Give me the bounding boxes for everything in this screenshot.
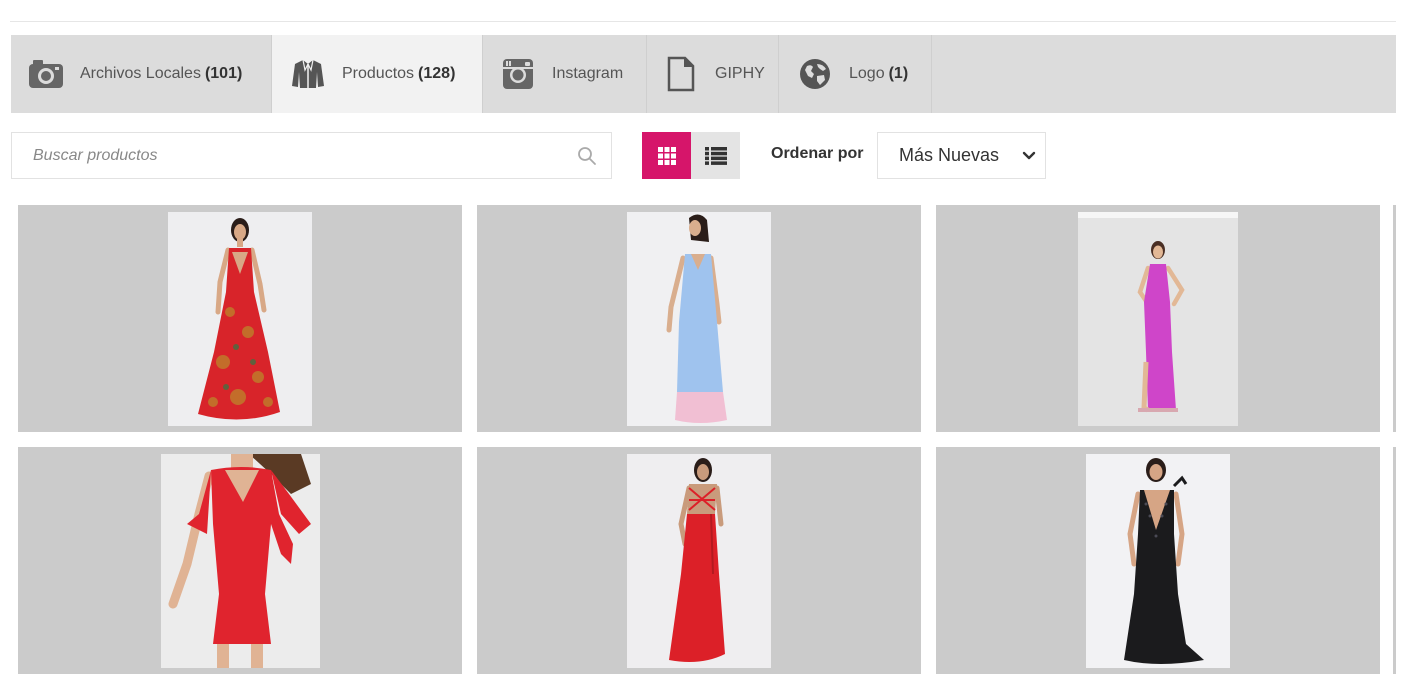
tab-bar-filler	[932, 35, 1396, 113]
next-column-edge	[1393, 447, 1396, 674]
product-image	[161, 454, 320, 668]
tab-label: GIPHY	[715, 65, 765, 82]
product-card[interactable]	[936, 205, 1380, 432]
grid-icon	[657, 146, 676, 165]
product-card[interactable]	[936, 447, 1380, 674]
product-image	[1078, 212, 1238, 426]
list-view-button[interactable]	[691, 132, 740, 179]
product-card[interactable]	[477, 447, 921, 674]
product-image	[1086, 454, 1230, 668]
sort-select[interactable]: Más Nuevas	[877, 132, 1046, 179]
instagram-icon	[500, 56, 536, 92]
product-image	[627, 212, 771, 426]
search-icon[interactable]	[577, 146, 597, 166]
product-card[interactable]	[18, 205, 462, 432]
tab-archivos-locales[interactable]: Archivos Locales (101)	[11, 35, 272, 113]
grid-view-button[interactable]	[642, 132, 691, 179]
next-column-edge	[1393, 205, 1396, 432]
list-icon	[704, 146, 727, 165]
search-input[interactable]	[12, 133, 611, 178]
tab-label: Logo (1)	[849, 65, 909, 82]
camera-icon	[28, 56, 64, 92]
source-tabs: Archivos Locales (101) Productos (128) Ins…	[11, 35, 1396, 113]
tab-giphy[interactable]: GIPHY	[647, 35, 779, 113]
chevron-down-icon	[1022, 151, 1036, 160]
product-card[interactable]	[477, 205, 921, 432]
tab-logo[interactable]: Logo (1)	[779, 35, 932, 113]
jacket-icon	[290, 56, 326, 92]
tab-label: Productos (128)	[342, 65, 456, 82]
file-icon	[663, 56, 699, 92]
search-box	[11, 132, 612, 179]
globe-icon	[797, 56, 833, 92]
tab-label: Archivos Locales (101)	[80, 65, 243, 82]
sort-selected-value: Más Nuevas	[899, 145, 1000, 165]
product-image	[627, 454, 771, 668]
tab-instagram[interactable]: Instagram	[483, 35, 647, 113]
tab-productos[interactable]: Productos (128)	[272, 35, 483, 113]
tab-label: Instagram	[552, 65, 624, 82]
product-card[interactable]	[18, 447, 462, 674]
sort-label: Ordenar por	[771, 145, 864, 162]
top-divider	[10, 21, 1396, 22]
product-image	[168, 212, 312, 426]
